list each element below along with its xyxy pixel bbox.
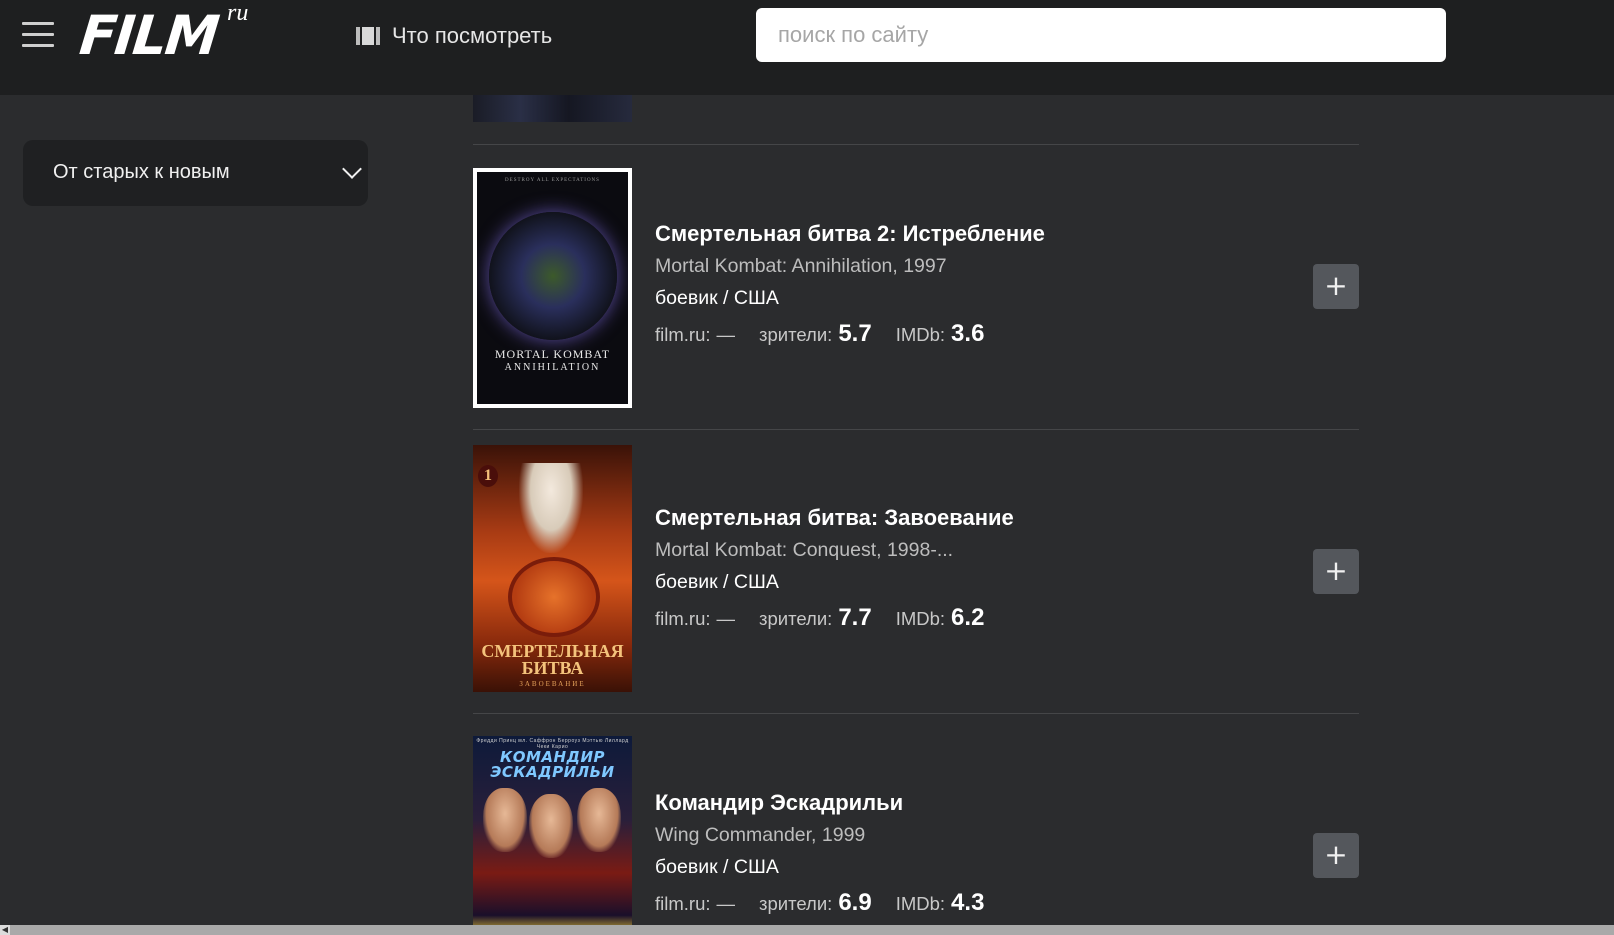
film-info: Смертельная битва: Завоевание Mortal Kom…: [655, 505, 1014, 632]
film-poster[interactable]: Фредди Принц мл. Саффрон Берроуз Мэттью …: [473, 736, 632, 935]
filmru-rating-value: —: [716, 893, 736, 914]
viewers-rating-value: 7.7: [838, 604, 872, 631]
sort-selected-label: От старых к новым: [53, 161, 230, 183]
film-list: DESTROY ALL EXPECTATIONS MORTAL KOMBAT A…: [473, 0, 1359, 935]
film-original-title: Wing Commander, 1999: [655, 824, 866, 846]
poster-face: [577, 788, 621, 852]
viewers-rating-label: зрители:: [759, 608, 833, 629]
filmru-rating-value: —: [716, 608, 736, 629]
page: FILM ru Что посмотреть От старых к новым…: [0, 0, 1614, 935]
film-genre: боевик / США: [655, 287, 779, 309]
viewers-rating-value: 6.9: [838, 889, 872, 916]
poster-tagline: DESTROY ALL EXPECTATIONS: [505, 178, 600, 183]
imdb-rating-label: IMDb:: [895, 608, 946, 629]
film-item: Фредди Принц мл. Саффрон Берроуз Мэттью …: [473, 714, 1359, 935]
poster-subtitle: ЗАВОЕВАНИЕ: [519, 680, 586, 688]
scroll-left-icon[interactable]: ◀: [0, 925, 10, 935]
sort-dropdown[interactable]: От старых к новым: [23, 140, 368, 206]
film-original-title: Mortal Kombat: Annihilation, 1997: [655, 255, 947, 277]
imdb-rating-value: 4.3: [951, 889, 985, 916]
film-info: Смертельная битва 2: Истребление Mortal …: [655, 221, 1045, 348]
add-button[interactable]: +: [1313, 264, 1359, 309]
film-poster[interactable]: DESTROY ALL EXPECTATIONS MORTAL KOMBAT A…: [473, 168, 632, 408]
filmru-rating-label: film.ru:: [655, 608, 711, 629]
filmru-rating-label: film.ru:: [655, 324, 711, 345]
add-button[interactable]: +: [1313, 549, 1359, 594]
viewers-rating-label: зрители:: [759, 893, 833, 914]
film-item: DESTROY ALL EXPECTATIONS MORTAL KOMBAT A…: [473, 145, 1359, 408]
film-info: Командир Эскадрильи Wing Commander, 1999…: [655, 790, 1008, 917]
filmru-rating-value: —: [716, 324, 736, 345]
poster-figure: [519, 463, 583, 553]
imdb-rating-label: IMDb:: [895, 893, 946, 914]
film-poster[interactable]: 1 СМЕРТЕЛЬНАЯ БИТВА ЗАВОЕВАНИЕ: [473, 445, 632, 692]
film-genre: боевик / США: [655, 571, 779, 593]
poster-face: [529, 794, 573, 858]
viewers-rating-value: 5.7: [838, 320, 872, 347]
poster-title: MORTAL KOMBAT ANNIHILATION: [494, 347, 611, 374]
filmru-rating-label: film.ru:: [655, 893, 711, 914]
logo-sup: ru: [227, 0, 249, 26]
menu-icon[interactable]: [22, 20, 54, 50]
poster-title: СМЕРТЕЛЬНАЯ БИТВА: [481, 641, 624, 678]
poster-badge: 1: [478, 465, 498, 487]
film-ratings: film.ru: — зрители: 6.9 IMDb: 4.3: [655, 889, 1008, 917]
imdb-rating-label: IMDb:: [895, 324, 946, 345]
previous-film-poster[interactable]: [473, 95, 632, 122]
poster-title: КОМАНДИР ЭСКАДРИЛЬИ: [490, 748, 615, 781]
poster-art: [489, 212, 617, 340]
film-item: 1 СМЕРТЕЛЬНАЯ БИТВА ЗАВОЕВАНИЕ Смертельн…: [473, 430, 1359, 692]
film-ratings: film.ru: — зрители: 7.7 IMDb: 6.2: [655, 604, 1014, 632]
logo-text: FILM: [76, 4, 221, 67]
film-title[interactable]: Смертельная битва: Завоевание: [655, 505, 1014, 531]
film-title[interactable]: Командир Эскадрильи: [655, 790, 1008, 816]
poster-dragon-emblem: [508, 557, 600, 637]
imdb-rating-value: 3.6: [951, 320, 985, 347]
film-ratings: film.ru: — зрители: 5.7 IMDb: 3.6: [655, 320, 1045, 348]
imdb-rating-value: 6.2: [951, 604, 985, 631]
viewers-rating-label: зрители:: [759, 324, 833, 345]
film-title[interactable]: Смертельная битва 2: Истребление: [655, 221, 1045, 247]
site-logo[interactable]: FILM ru: [76, 0, 255, 67]
film-icon: [356, 27, 380, 45]
film-original-title: Mortal Kombat: Conquest, 1998-...: [655, 539, 954, 561]
horizontal-scrollbar[interactable]: [0, 925, 1614, 935]
chevron-down-icon: [342, 159, 362, 179]
film-genre: боевик / США: [655, 856, 779, 878]
poster-face: [483, 788, 527, 852]
add-button[interactable]: +: [1313, 833, 1359, 878]
